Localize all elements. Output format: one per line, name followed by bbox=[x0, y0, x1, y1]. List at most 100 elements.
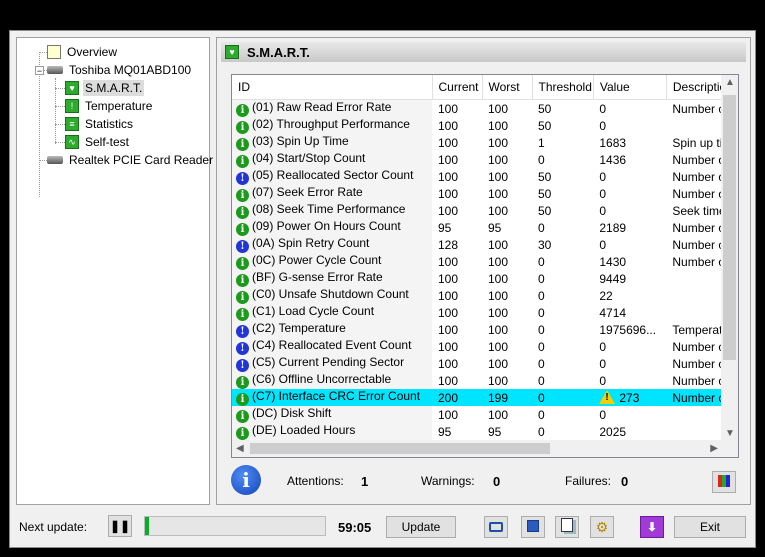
table-row[interactable]: i (C0) Unsafe Shutdown Count 100 100 0 22 bbox=[232, 287, 736, 304]
attribute-name-text: (0C) Power Cycle Count bbox=[252, 253, 382, 267]
table-row[interactable]: ! (05) Reallocated Sector Count 100 100 50 0 N… bbox=[232, 168, 736, 185]
smart-table[interactable]: ID Current Worst Threshold Value Descrip… bbox=[231, 74, 739, 458]
scroll-down-icon[interactable]: ▼ bbox=[725, 428, 735, 439]
minimize-to-tray-button[interactable]: ⬇ bbox=[640, 516, 664, 538]
smart-panel: ♥ S.M.A.R.T. ID Current Worst Threshold … bbox=[216, 37, 751, 505]
threshold-value-text: 0 bbox=[538, 424, 545, 439]
cell-raw-value: 9449 bbox=[593, 270, 666, 287]
raw-value-text: 9449 bbox=[599, 271, 627, 286]
cell-threshold-value: 50 bbox=[532, 202, 593, 219]
info-icon: i bbox=[231, 465, 261, 495]
description-text: Number of bbox=[672, 254, 729, 269]
table-row[interactable]: i (02) Throughput Performance 100 100 50 0 bbox=[232, 117, 736, 134]
cell-threshold-value: 0 bbox=[532, 304, 593, 321]
pause-button[interactable]: ❚❚ bbox=[108, 515, 132, 537]
cell-worst-value: 100 bbox=[482, 185, 532, 202]
attribute-name-text: (DC) Disk Shift bbox=[252, 406, 332, 420]
table-row[interactable]: i (07) Seek Error Rate 100 100 50 0 Number of bbox=[232, 185, 736, 202]
ok-status-icon: i bbox=[236, 155, 249, 168]
threshold-value-text: 0 bbox=[538, 339, 545, 354]
table-row[interactable]: i (08) Seek Time Performance 100 100 50 0 Seek… bbox=[232, 202, 736, 219]
settings-button[interactable]: ⚙ bbox=[590, 516, 614, 538]
tree-item-smart[interactable]: ♥ S.M.A.R.T. bbox=[65, 79, 145, 97]
current-value-text: 100 bbox=[438, 322, 459, 337]
table-row[interactable]: i (BF) G-sense Error Rate 100 100 0 9449 bbox=[232, 270, 736, 287]
current-value-text: 100 bbox=[438, 203, 459, 218]
threshold-value-text: 0 bbox=[538, 152, 545, 167]
cell-current-value: 100 bbox=[432, 355, 482, 372]
raw-value-text: 0 bbox=[599, 407, 607, 422]
scroll-corner bbox=[721, 440, 738, 457]
current-value-text: 100 bbox=[438, 373, 459, 388]
scroll-up-icon[interactable]: ▲ bbox=[725, 77, 735, 88]
cell-raw-value: 0 bbox=[593, 236, 666, 253]
exit-button[interactable]: Exit bbox=[674, 516, 746, 538]
cell-threshold-value: 0 bbox=[532, 253, 593, 270]
cell-current-value: 100 bbox=[432, 338, 482, 355]
table-row[interactable]: i (C6) Offline Uncorrectable 100 100 0 0 Numbe… bbox=[232, 372, 736, 389]
next-update-label: Next update: bbox=[19, 520, 88, 534]
column-header-current[interactable]: Current bbox=[432, 75, 483, 100]
device-tree[interactable]: − Overview Toshiba MQ01ABD100 ♥ S.M.A.R.… bbox=[16, 37, 213, 505]
cell-attribute-name: i (C6) Offline Uncorrectable bbox=[232, 372, 432, 389]
table-row[interactable]: ! (C4) Reallocated Event Count 100 100 0 0 Num… bbox=[232, 338, 736, 355]
worst-value-text: 100 bbox=[488, 135, 509, 150]
update-button[interactable]: Update bbox=[386, 516, 456, 538]
table-row[interactable]: i (03) Spin Up Time 100 100 1 1683 Spin up tim bbox=[232, 134, 736, 151]
tree-item-drive[interactable]: Toshiba MQ01ABD100 bbox=[47, 61, 193, 79]
tree-item-card-reader[interactable]: Realtek PCIE Card Reader bbox=[47, 151, 215, 169]
table-row[interactable]: i (01) Raw Read Error Rate 100 100 50 0 Number… bbox=[232, 99, 736, 117]
screenshot-button[interactable] bbox=[484, 516, 508, 538]
copy-button[interactable] bbox=[555, 516, 579, 538]
table-row[interactable]: i (0C) Power Cycle Count 100 100 0 1430 Number… bbox=[232, 253, 736, 270]
cell-raw-value: 0 bbox=[593, 355, 666, 372]
raw-value-text: 4714 bbox=[599, 305, 627, 320]
tree-item-overview[interactable]: Overview bbox=[47, 43, 119, 61]
horizontal-scroll-thumb[interactable] bbox=[250, 443, 550, 454]
threshold-value-text: 50 bbox=[538, 203, 552, 218]
cell-worst-value: 100 bbox=[482, 202, 532, 219]
attention-icon: ! bbox=[236, 240, 249, 253]
cell-attribute-name: i (DC) Disk Shift bbox=[232, 406, 432, 423]
threshold-value-text: 50 bbox=[538, 186, 552, 201]
vertical-scroll-thumb[interactable] bbox=[723, 95, 736, 360]
tree-item-temperature[interactable]: ǃ Temperature bbox=[65, 97, 154, 115]
cell-current-value: 100 bbox=[432, 253, 482, 270]
ok-status-icon: i bbox=[236, 257, 249, 270]
raw-value-text: 0 bbox=[599, 373, 607, 388]
column-header-value[interactable]: Value bbox=[593, 75, 667, 100]
threshold-value-text: 0 bbox=[538, 356, 545, 371]
table-row[interactable]: i(C7) Interface CRC Error Count 200 199 0 27… bbox=[232, 389, 736, 406]
current-value-text: 100 bbox=[438, 254, 459, 269]
description-text: Number of bbox=[672, 373, 729, 388]
cell-worst-value: 95 bbox=[482, 423, 532, 440]
table-row[interactable]: ! (C5) Current Pending Sector 100 100 0 0 Numb… bbox=[232, 355, 736, 372]
table-row[interactable]: i (09) Power On Hours Count 95 95 0 2189 Numbe… bbox=[232, 219, 736, 236]
threshold-value-text: 0 bbox=[538, 407, 545, 422]
save-button[interactable] bbox=[521, 516, 545, 538]
column-header-id[interactable]: ID bbox=[232, 75, 433, 100]
threshold-value-text: 0 bbox=[538, 288, 545, 303]
tree-item-selftest[interactable]: ∿ Self-test bbox=[65, 133, 131, 151]
scroll-right-icon[interactable]: ▶ bbox=[710, 443, 718, 454]
table-row[interactable]: ! (0A) Spin Retry Count 128 100 30 0 Number of bbox=[232, 236, 736, 253]
table-row[interactable]: ! (C2) Temperature 100 100 0 1975696... Temper… bbox=[232, 321, 736, 338]
chart-button[interactable] bbox=[712, 471, 736, 493]
collapse-toggle[interactable]: − bbox=[35, 66, 44, 76]
cell-raw-value: 2025 bbox=[593, 423, 666, 440]
worst-value-text: 100 bbox=[488, 305, 509, 320]
current-value-text: 100 bbox=[438, 101, 459, 116]
table-row[interactable]: i (04) Start/Stop Count 100 100 0 1436 Number … bbox=[232, 151, 736, 168]
table-row[interactable]: i (DC) Disk Shift 100 100 0 0 bbox=[232, 406, 736, 423]
scroll-left-icon[interactable]: ◀ bbox=[236, 443, 244, 454]
horizontal-scrollbar[interactable]: ◀ ▶ bbox=[232, 440, 722, 457]
column-header-threshold[interactable]: Threshold bbox=[532, 75, 594, 100]
tree-item-statistics[interactable]: ≡ Statistics bbox=[65, 115, 135, 133]
table-row[interactable]: i (C1) Load Cycle Count 100 100 0 4714 bbox=[232, 304, 736, 321]
threshold-value-text: 30 bbox=[538, 237, 552, 252]
vertical-scrollbar[interactable]: ▲ ▼ bbox=[721, 75, 738, 441]
document-icon bbox=[47, 45, 61, 59]
column-header-worst[interactable]: Worst bbox=[482, 75, 533, 100]
table-row[interactable]: i (DE) Loaded Hours 95 95 0 2025 bbox=[232, 423, 736, 440]
panel-header: ♥ S.M.A.R.T. bbox=[221, 42, 746, 62]
